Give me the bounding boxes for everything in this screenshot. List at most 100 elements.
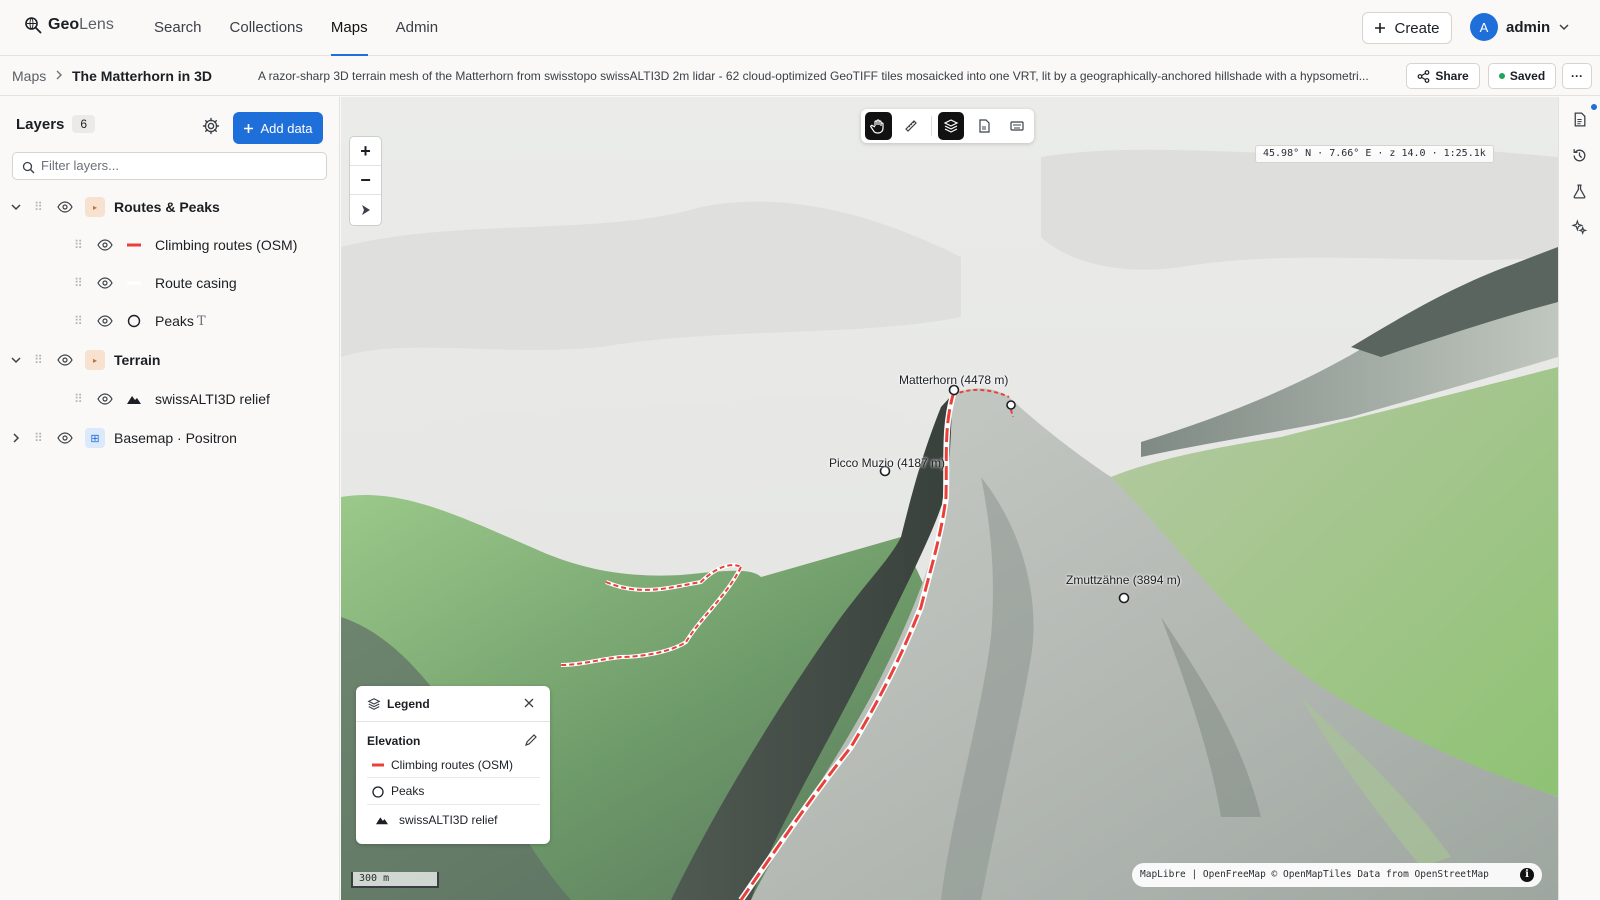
layer-name: Terrain bbox=[114, 352, 161, 368]
compass-button[interactable] bbox=[350, 195, 381, 224]
pencil-icon[interactable] bbox=[524, 733, 538, 747]
drag-handle-icon[interactable]: ⠿ bbox=[74, 314, 83, 328]
close-icon[interactable] bbox=[524, 698, 534, 708]
drag-handle-icon[interactable]: ⠿ bbox=[74, 276, 83, 290]
drag-handle-icon[interactable]: ⠿ bbox=[34, 353, 43, 367]
gear-icon[interactable] bbox=[202, 117, 220, 138]
flask-icon[interactable] bbox=[1571, 183, 1588, 200]
filter-layers-field[interactable] bbox=[12, 152, 327, 180]
peak-marker-secondary[interactable] bbox=[1006, 400, 1016, 410]
peak-marker-zmuttzahne[interactable] bbox=[1118, 592, 1130, 604]
drag-handle-icon[interactable]: ⠿ bbox=[34, 200, 43, 214]
more-options-button[interactable]: ··· bbox=[1562, 63, 1592, 89]
document-icon[interactable] bbox=[1571, 111, 1588, 128]
layer-peaks[interactable]: ⠿ Peaks T bbox=[0, 303, 340, 339]
filter-layers-input[interactable] bbox=[41, 158, 311, 173]
zoom-out-button[interactable]: − bbox=[350, 166, 381, 195]
layers-tool-button[interactable] bbox=[937, 112, 965, 140]
map-canvas[interactable]: Matterhorn (4478 m) Picco Muzio (4187 m)… bbox=[341, 97, 1558, 900]
breadcrumb-maps-link[interactable]: Maps bbox=[12, 68, 46, 84]
layer-count-badge: 6 bbox=[72, 115, 96, 133]
add-data-label: Add data bbox=[260, 120, 313, 136]
eye-icon[interactable] bbox=[57, 199, 73, 215]
chevron-right-icon[interactable] bbox=[10, 432, 22, 444]
chevron-down-icon bbox=[1559, 24, 1569, 31]
hand-icon bbox=[870, 119, 885, 134]
brand-name-light: Lens bbox=[79, 16, 114, 33]
circle-point-icon bbox=[127, 314, 141, 328]
line-swatch-icon bbox=[127, 281, 141, 285]
legend-section-title: Elevation bbox=[367, 734, 421, 748]
saved-dot-icon bbox=[1498, 73, 1505, 79]
brand-logo[interactable]: GeoLens bbox=[24, 16, 114, 34]
eye-icon[interactable] bbox=[57, 352, 73, 368]
chevron-down-icon[interactable] bbox=[10, 354, 22, 366]
layer-swissalti3d-relief[interactable]: ⠿ swissALTI3D relief bbox=[0, 381, 340, 417]
layer-basemap-positron[interactable]: ⠿ ⊞ Basemap · Positron bbox=[0, 420, 340, 456]
drag-handle-icon[interactable]: ⠿ bbox=[74, 238, 83, 252]
mountain-icon bbox=[376, 817, 388, 825]
layer-climbing-routes[interactable]: ⠿ Climbing routes (OSM) bbox=[0, 227, 340, 263]
layer-route-casing[interactable]: ⠿ Route casing bbox=[0, 265, 340, 301]
eye-icon[interactable] bbox=[97, 237, 113, 253]
nav-tab-maps[interactable]: Maps bbox=[317, 0, 382, 56]
scale-bar: 300 m bbox=[351, 872, 439, 888]
export-tool-button[interactable] bbox=[970, 112, 997, 140]
circle-point-icon bbox=[372, 786, 384, 798]
nav-tab-search[interactable]: Search bbox=[140, 0, 216, 56]
pan-tool-button[interactable] bbox=[865, 112, 892, 140]
keyboard-tool-button[interactable] bbox=[1003, 112, 1030, 140]
legend-item-climbing-routes: Climbing routes (OSM) bbox=[367, 752, 540, 777]
nav-tab-admin[interactable]: Admin bbox=[382, 0, 453, 56]
layer-name: Climbing routes (OSM) bbox=[155, 237, 298, 253]
avatar: A bbox=[1470, 13, 1498, 41]
history-icon[interactable] bbox=[1571, 147, 1588, 164]
document-icon bbox=[979, 119, 990, 133]
top-nav: GeoLens Search Collections Maps Admin Cr… bbox=[0, 0, 1600, 56]
create-button-label: Create bbox=[1394, 19, 1440, 37]
group-folder-icon: ▸ bbox=[85, 350, 105, 370]
share-button[interactable]: Share bbox=[1406, 63, 1480, 89]
attribution-text: MapLibre | OpenFreeMap © OpenMapTiles Da… bbox=[1140, 869, 1489, 880]
line-swatch-icon bbox=[372, 763, 384, 767]
nav-tab-collections[interactable]: Collections bbox=[216, 0, 317, 56]
share-button-label: Share bbox=[1435, 69, 1469, 83]
line-swatch-icon bbox=[127, 243, 141, 247]
user-menu[interactable]: A admin bbox=[1470, 13, 1570, 41]
more-dots-icon: ··· bbox=[1571, 69, 1583, 83]
sparkle-icon[interactable] bbox=[1571, 219, 1588, 236]
layer-name: swissALTI3D relief bbox=[155, 391, 270, 407]
drag-handle-icon[interactable]: ⠿ bbox=[34, 431, 43, 445]
layer-group-terrain[interactable]: ⠿ ▸ Terrain bbox=[0, 342, 340, 378]
plus-icon bbox=[1375, 23, 1386, 33]
eye-icon[interactable] bbox=[97, 275, 113, 291]
layer-group-routes-peaks[interactable]: ⠿ ▸ Routes & Peaks bbox=[0, 189, 340, 225]
eye-icon[interactable] bbox=[97, 391, 113, 407]
eye-icon[interactable] bbox=[57, 430, 73, 446]
chevron-down-icon[interactable] bbox=[10, 201, 22, 213]
zoom-in-button[interactable]: + bbox=[350, 137, 381, 166]
legend-item-label: Climbing routes (OSM) bbox=[391, 758, 514, 772]
add-data-button[interactable]: Add data bbox=[233, 112, 323, 144]
layers-icon bbox=[367, 698, 381, 710]
measure-tool-button[interactable] bbox=[898, 112, 925, 140]
search-icon bbox=[22, 161, 35, 174]
mountain-icon bbox=[127, 396, 141, 404]
drag-handle-icon[interactable]: ⠿ bbox=[74, 392, 83, 406]
compass-icon bbox=[361, 204, 370, 215]
user-name: admin bbox=[1506, 18, 1551, 36]
main-nav: Search Collections Maps Admin bbox=[140, 0, 452, 56]
right-tool-rail bbox=[1558, 97, 1600, 900]
saved-status-button[interactable]: Saved bbox=[1488, 63, 1556, 89]
eye-icon[interactable] bbox=[97, 313, 113, 329]
breadcrumb: Maps The Matterhorn in 3D A razor-sharp … bbox=[0, 56, 1600, 96]
legend-panel: Legend Elevation Climbing routes (OSM) P… bbox=[356, 686, 550, 844]
info-icon[interactable]: i bbox=[1520, 868, 1534, 882]
share-icon bbox=[1417, 69, 1430, 83]
create-button[interactable]: Create bbox=[1362, 12, 1452, 44]
brand-name-strong: Geo bbox=[48, 16, 80, 33]
peak-label-matterhorn: Matterhorn (4478 m) bbox=[899, 373, 1009, 387]
chevron-right-icon bbox=[54, 68, 64, 84]
plus-icon bbox=[244, 123, 254, 133]
peak-label-picco-muzio: Picco Muzio (4187 m) bbox=[829, 456, 946, 470]
